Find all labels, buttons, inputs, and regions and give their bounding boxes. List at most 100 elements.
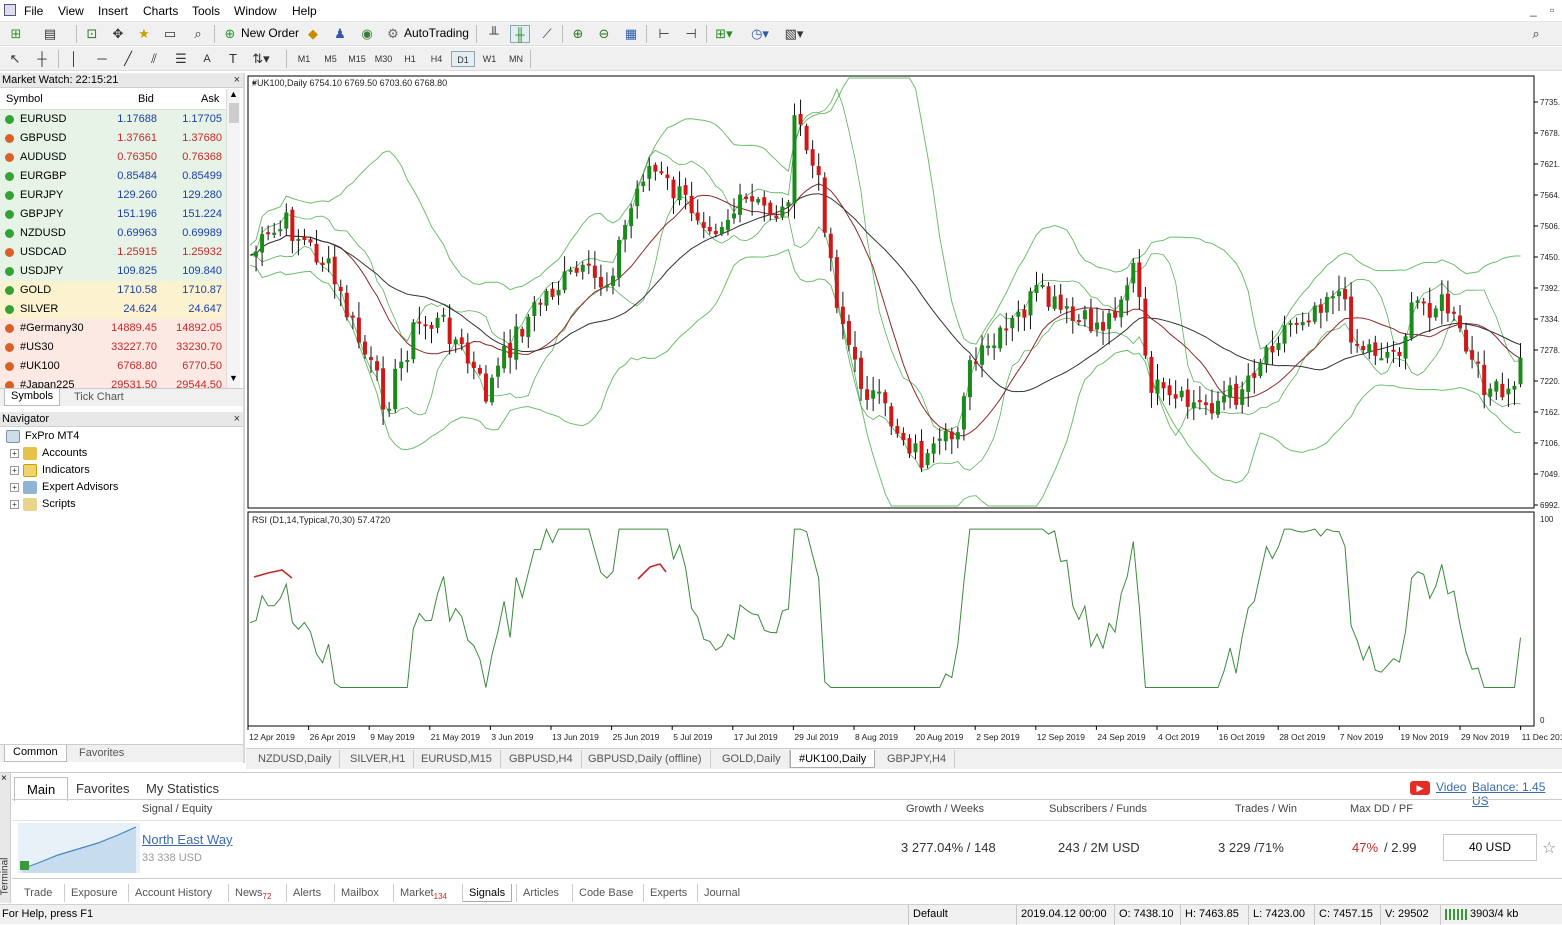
video-icon[interactable]: ▶	[1410, 781, 1430, 795]
market-watch-row[interactable]: USDJPY 109.825 109.840	[0, 262, 226, 281]
col-symbol[interactable]: Symbol	[6, 93, 43, 105]
header-subscribers[interactable]: Subscribers / Funds	[1049, 803, 1147, 815]
timeframe-mn[interactable]: MN	[504, 51, 528, 67]
profiles-icon[interactable]: ▤	[40, 25, 60, 43]
terminal-tab-articles[interactable]: Articles	[516, 884, 565, 902]
market-watch-row[interactable]: GBPJPY 151.196 151.224	[0, 205, 226, 224]
cursor-icon[interactable]: ↖	[5, 50, 25, 68]
scroll-down-icon[interactable]: ▼	[229, 373, 238, 383]
market-watch-row[interactable]: GOLD 1710.58 1710.87	[0, 281, 226, 300]
timeframe-d1[interactable]: D1	[451, 51, 475, 67]
market-watch-row[interactable]: GBPUSD 1.37661 1.37680	[0, 129, 226, 148]
nav-scripts[interactable]: + Scripts	[10, 496, 76, 513]
menu-insert[interactable]: Insert	[98, 4, 128, 18]
timeframe-w1[interactable]: W1	[478, 51, 502, 67]
timeframe-m1[interactable]: M1	[292, 51, 316, 67]
menu-file[interactable]: File	[24, 4, 43, 18]
zoom-in-icon[interactable]: ⊕	[568, 25, 588, 43]
bar-chart-icon[interactable]: ╨	[484, 25, 504, 43]
close-icon[interactable]: ×	[1, 773, 7, 784]
scroll-up-icon[interactable]: ▲	[229, 89, 238, 99]
favorite-star-icon[interactable]: ☆	[1542, 838, 1556, 858]
line-chart-icon[interactable]: ⟋	[537, 25, 557, 43]
market-icon[interactable]: ◉	[357, 25, 377, 43]
terminal-tab-news[interactable]: News72	[228, 884, 277, 902]
menu-window[interactable]: Window	[234, 4, 277, 18]
close-icon[interactable]: ×	[234, 412, 240, 427]
new-order-icon[interactable]: ⊕	[220, 25, 240, 43]
market-watch-scrollbar[interactable]: ▲ ▼	[226, 89, 240, 388]
search-icon[interactable]: ⌕	[1526, 25, 1546, 43]
tab-signal-favorites[interactable]: Favorites	[76, 781, 129, 796]
tab-tick-chart[interactable]: Tick Chart	[74, 391, 124, 403]
tab-symbols[interactable]: Symbols	[4, 389, 61, 406]
terminal-tab-mailbox[interactable]: Mailbox	[334, 884, 385, 902]
indicators-menu-icon[interactable]: ⊞▾	[714, 25, 734, 43]
tab-main[interactable]: Main	[14, 777, 69, 801]
data-window-icon[interactable]: ✥	[108, 25, 128, 43]
market-watch-icon[interactable]: ⊡	[82, 25, 102, 43]
strategy-tester-icon[interactable]: ⌕	[188, 25, 208, 43]
uk100-chart[interactable]: 7735. 7678. 7621. 7564. 7506. 7450. 7392. 7334.…	[246, 74, 1562, 746]
status-profile[interactable]: Default	[908, 905, 1016, 925]
terminal-tab-account-history[interactable]: Account History	[128, 884, 218, 902]
chart-tab[interactable]: GOLD,Daily	[714, 750, 790, 768]
menu-tools[interactable]: Tools	[192, 4, 220, 18]
minimize-icon[interactable]: _	[1530, 3, 1537, 17]
balance-link[interactable]: Balance: 1.45 US	[1472, 780, 1562, 808]
tab-favorites[interactable]: Favorites	[79, 747, 124, 759]
menu-help[interactable]: Help	[292, 4, 317, 18]
chart-tab[interactable]: #UK100,Daily	[790, 750, 876, 768]
market-watch-row[interactable]: #Germany30 14889.45 14892.05	[0, 319, 226, 338]
terminal-tab-journal[interactable]: Journal	[697, 884, 746, 902]
header-trades[interactable]: Trades / Win	[1235, 803, 1297, 815]
market-watch-row[interactable]: USDCAD 1.25915 1.25932	[0, 243, 226, 262]
market-watch-row[interactable]: #US30 33227.70 33230.70	[0, 338, 226, 357]
header-maxdd[interactable]: Max DD / PF	[1350, 803, 1413, 815]
navigator-icon[interactable]: ★	[134, 25, 154, 43]
fibonacci-icon[interactable]: ☰	[171, 50, 191, 68]
terminal-tab-code-base[interactable]: Code Base	[572, 884, 639, 902]
chart-tab[interactable]: GBPJPY,H4	[879, 750, 956, 768]
autotrading-button[interactable]: AutoTrading	[404, 26, 469, 40]
terminal-tab-exposure[interactable]: Exposure	[64, 884, 123, 902]
templates-menu-icon[interactable]: ▧▾	[784, 25, 804, 43]
tile-windows-icon[interactable]: ▦	[621, 25, 641, 43]
terminal-tab-trade[interactable]: Trade	[18, 884, 58, 902]
chart-tab[interactable]: GBPUSD,H4	[501, 750, 582, 768]
nav-accounts[interactable]: + Accounts	[10, 445, 87, 462]
timeframe-h4[interactable]: H4	[425, 51, 449, 67]
timeframe-m30[interactable]: M30	[372, 51, 396, 67]
chart-tab[interactable]: GBPUSD,Daily (offline)	[580, 750, 711, 768]
tab-my-statistics[interactable]: My Statistics	[146, 781, 219, 796]
market-watch-row[interactable]: EURUSD 1.17688 1.17705	[0, 110, 226, 129]
market-watch-row[interactable]: #Japan225 29531.50 29544.50	[0, 376, 226, 388]
trendline-icon[interactable]: ╱	[118, 50, 138, 68]
market-watch-row[interactable]: SILVER 24.624 24.647	[0, 300, 226, 319]
terminal-tab-signals[interactable]: Signals	[462, 884, 513, 902]
candlestick-icon[interactable]: ╫	[510, 25, 530, 43]
text-icon[interactable]: A	[197, 50, 217, 68]
metaeditor-icon[interactable]: ◆	[303, 25, 323, 43]
chart-window[interactable]: 7735. 7678. 7621. 7564. 7506. 7450. 7392. 7334.…	[246, 74, 1562, 746]
market-watch-row[interactable]: EURJPY 129.260 129.280	[0, 186, 226, 205]
text-label-icon[interactable]: T	[223, 50, 243, 68]
scroll-thumb[interactable]	[229, 103, 239, 123]
subscribe-price-button[interactable]: 40 USD	[1443, 834, 1537, 861]
panel-splitter[interactable]	[243, 73, 245, 763]
new-chart-icon[interactable]: ⊞	[6, 25, 26, 43]
timeframe-m5[interactable]: M5	[319, 51, 343, 67]
terminal-tab-alerts[interactable]: Alerts	[286, 884, 327, 902]
chart-shift-icon[interactable]: ⊢	[654, 25, 674, 43]
arrows-menu-icon[interactable]: ⇅▾	[251, 50, 271, 68]
nav-expert-advisors[interactable]: + Expert Advisors	[10, 479, 118, 496]
nav-indicators[interactable]: + Indicators	[10, 462, 90, 479]
market-watch-row[interactable]: #UK100 6768.80 6770.50	[0, 357, 226, 376]
col-bid[interactable]: Bid	[138, 93, 154, 105]
menu-view[interactable]: View	[58, 4, 84, 18]
video-link[interactable]: Video	[1436, 780, 1466, 794]
signal-row[interactable]: North East Way 33 338 USD	[12, 821, 1562, 877]
col-ask[interactable]: Ask	[201, 93, 219, 105]
terminal-tab-market[interactable]: Market134	[393, 884, 453, 902]
nav-root[interactable]: FxPro MT4	[6, 428, 79, 445]
